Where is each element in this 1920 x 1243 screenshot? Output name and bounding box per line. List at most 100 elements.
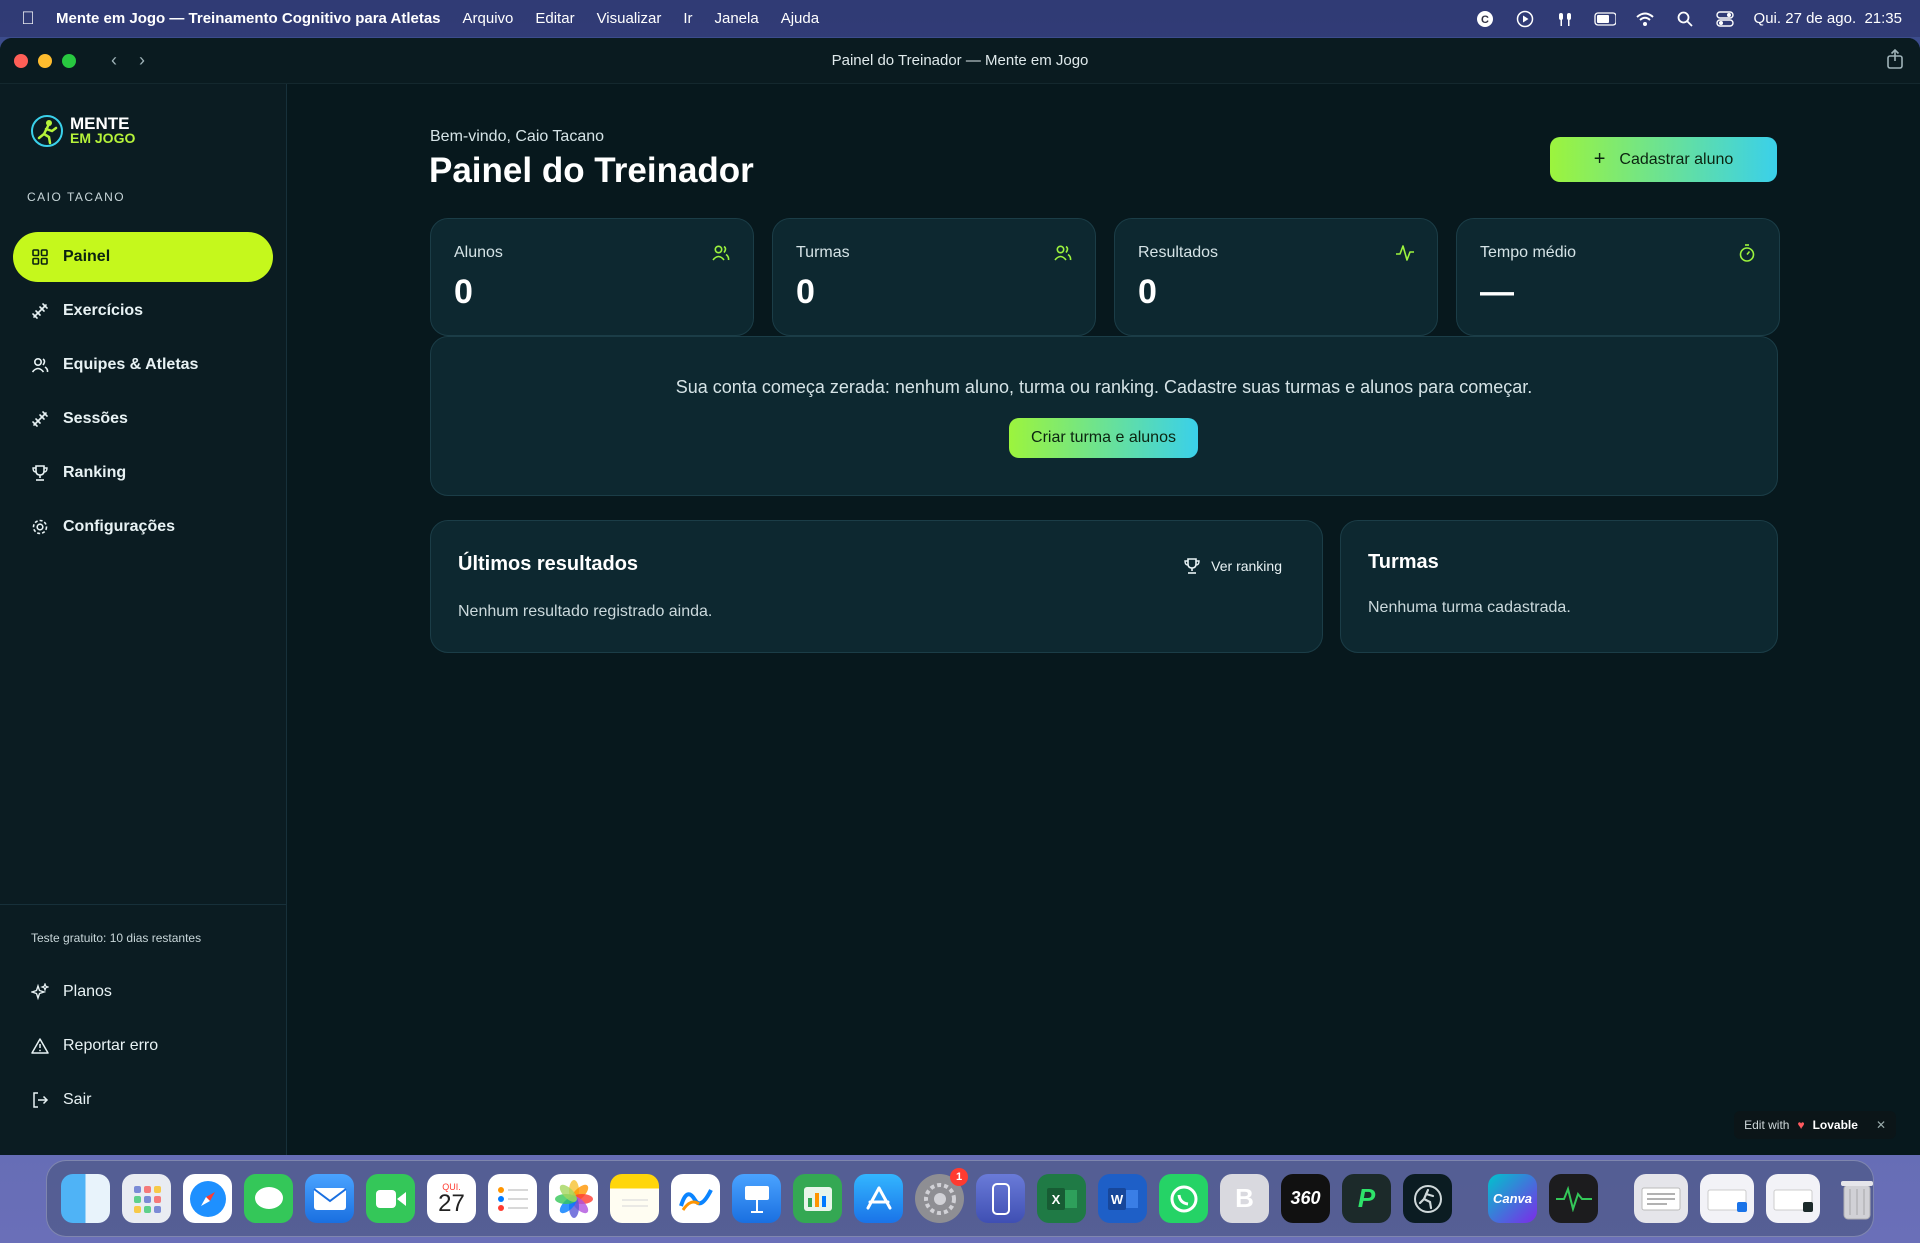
control-center-icon[interactable] — [1714, 8, 1736, 30]
facetime-icon[interactable] — [366, 1174, 415, 1223]
activity-monitor-icon[interactable] — [1549, 1174, 1598, 1223]
calendar-day: 27 — [438, 1189, 465, 1217]
stat-label: Tempo médio — [1480, 244, 1577, 261]
p-app-icon[interactable]: P — [1342, 1174, 1391, 1223]
gear-icon — [31, 518, 49, 536]
freeform-icon[interactable] — [671, 1174, 720, 1223]
b-app-icon[interactable]: B — [1220, 1174, 1269, 1223]
users-icon — [712, 245, 730, 261]
photos-icon[interactable] — [549, 1174, 598, 1223]
stat-value: — — [1480, 273, 1514, 311]
criar-turma-button[interactable]: Criar turma e alunos — [1009, 418, 1198, 458]
sidebar-item-label: Painel — [63, 248, 111, 265]
sidebar-item-reportar-erro[interactable]: Reportar erro — [13, 1021, 273, 1071]
page-title: Painel do Treinador — [429, 151, 754, 190]
stat-label: Resultados — [1138, 244, 1219, 261]
ver-ranking-label: Ver ranking — [1211, 558, 1282, 574]
sidebar-item-label: Planos — [63, 983, 112, 1000]
sidebar-nav: Painel Exercícios Equipes & Atletas Sess… — [13, 232, 273, 556]
menu-visualizar[interactable]: Visualizar — [597, 10, 662, 27]
launchpad-icon[interactable] — [122, 1174, 171, 1223]
safari-icon[interactable] — [183, 1174, 232, 1223]
ver-ranking-link[interactable]: Ver ranking — [1183, 557, 1282, 575]
word-icon[interactable]: W — [1098, 1174, 1147, 1223]
play-icon[interactable] — [1514, 8, 1536, 30]
menu-editar[interactable]: Editar — [535, 10, 574, 27]
360-app-icon[interactable]: 360 — [1281, 1174, 1330, 1223]
stat-value: 0 — [796, 273, 815, 311]
sidebar-item-equipes[interactable]: Equipes & Atletas — [13, 340, 273, 390]
menu-ir[interactable]: Ir — [683, 10, 692, 27]
sidebar-item-label: Equipes & Atletas — [63, 356, 199, 373]
menubar-app-name[interactable]: Mente em Jogo — Treinamento Cognitivo pa… — [56, 10, 441, 27]
notification-badge: 1 — [950, 1168, 968, 1186]
battery-icon[interactable] — [1593, 8, 1616, 30]
calendar-icon[interactable]: QUI. 27 — [427, 1174, 476, 1223]
screenshot-stack-icon[interactable] — [1766, 1174, 1820, 1223]
stats-row: Alunos 0 Turmas 0 Resultados 0 Tempo méd… — [430, 218, 1780, 336]
numbers-icon[interactable] — [793, 1174, 842, 1223]
sidebar-item-exercicios[interactable]: Exercícios — [13, 286, 273, 336]
messages-icon[interactable] — [244, 1174, 293, 1223]
whatsapp-icon[interactable] — [1159, 1174, 1208, 1223]
trash-icon[interactable] — [1832, 1174, 1881, 1223]
dumbbell-icon — [31, 410, 49, 428]
share-icon[interactable] — [1886, 48, 1904, 74]
close-window-button[interactable] — [14, 53, 28, 68]
close-icon[interactable]: ✕ — [1876, 1118, 1886, 1132]
cadastrar-aluno-label: Cadastrar aluno — [1619, 150, 1734, 168]
downloads-stack-icon[interactable] — [1634, 1174, 1688, 1223]
stat-label: Alunos — [454, 244, 503, 261]
minimize-window-button[interactable] — [38, 53, 52, 68]
apple-icon[interactable]:  — [0, 8, 56, 29]
excel-icon[interactable]: X — [1037, 1174, 1086, 1223]
trophy-icon — [1184, 558, 1200, 574]
timer-icon — [1739, 244, 1755, 262]
lovable-prefix: Edit with — [1744, 1118, 1790, 1132]
keynote-icon[interactable] — [732, 1174, 781, 1223]
system-settings-icon[interactable]: 1 — [915, 1168, 968, 1223]
sidebar-item-ranking[interactable]: Ranking — [13, 448, 273, 498]
sparkles-icon — [31, 983, 49, 1001]
mente-em-jogo-app-icon[interactable] — [1403, 1174, 1452, 1223]
reminders-icon[interactable] — [488, 1174, 537, 1223]
edit-with-lovable-badge[interactable]: Edit with ♥ Lovable ✕ — [1734, 1111, 1896, 1139]
cadastrar-aluno-button[interactable]: + Cadastrar aluno — [1550, 137, 1777, 182]
app-store-icon[interactable] — [854, 1174, 903, 1223]
canva-icon[interactable]: Canva — [1488, 1174, 1537, 1223]
zoom-window-button[interactable] — [62, 53, 76, 68]
mail-icon[interactable] — [305, 1174, 354, 1223]
sidebar-item-label: Sessões — [63, 410, 128, 427]
sidebar-item-label: Exercícios — [63, 302, 144, 319]
sidebar-item-sair[interactable]: Sair — [13, 1075, 273, 1125]
stat-card-turmas: Turmas 0 — [772, 218, 1096, 336]
menu-arquivo[interactable]: Arquivo — [463, 10, 514, 27]
c-app-icon[interactable]: C — [1474, 8, 1496, 30]
notes-icon[interactable] — [610, 1174, 659, 1223]
forward-arrow-icon[interactable]: › — [130, 49, 154, 73]
sidebar-item-configuracoes[interactable]: Configurações — [13, 502, 273, 552]
menu-ajuda[interactable]: Ajuda — [781, 10, 819, 27]
sidebar-item-planos[interactable]: Planos — [13, 967, 273, 1017]
sidebar-item-sessoes[interactable]: Sessões — [13, 394, 273, 444]
search-icon[interactable] — [1674, 8, 1696, 30]
stat-card-tempo-medio: Tempo médio — — [1456, 218, 1780, 336]
lovable-brand: Lovable — [1812, 1118, 1858, 1132]
back-arrow-icon[interactable]: ‹ — [102, 49, 126, 73]
brand-bottom: EM JOGO — [70, 130, 136, 146]
sidebar-item-painel[interactable]: Painel — [13, 232, 273, 282]
wifi-icon[interactable] — [1634, 8, 1656, 30]
sidebar-item-label: Sair — [63, 1091, 92, 1108]
finder-icon[interactable] — [61, 1174, 110, 1223]
iphone-mirroring-icon[interactable] — [976, 1174, 1025, 1223]
svg-text:W: W — [1110, 1192, 1123, 1207]
document-stack-icon[interactable] — [1700, 1174, 1754, 1223]
menubar-clock[interactable]: Qui. 27 de ago. 21:35 — [1754, 10, 1902, 27]
brand-logo[interactable]: MENTE EM JOGO — [30, 114, 135, 148]
brain-runner-logo-icon — [31, 115, 63, 147]
logout-icon — [31, 1091, 49, 1109]
airpods-icon[interactable] — [1554, 8, 1576, 30]
main-content: Bem-vindo, Caio Tacano Painel do Treinad… — [288, 84, 1920, 1155]
menu-janela[interactable]: Janela — [715, 10, 759, 27]
sidebar-item-label: Reportar erro — [63, 1037, 159, 1054]
